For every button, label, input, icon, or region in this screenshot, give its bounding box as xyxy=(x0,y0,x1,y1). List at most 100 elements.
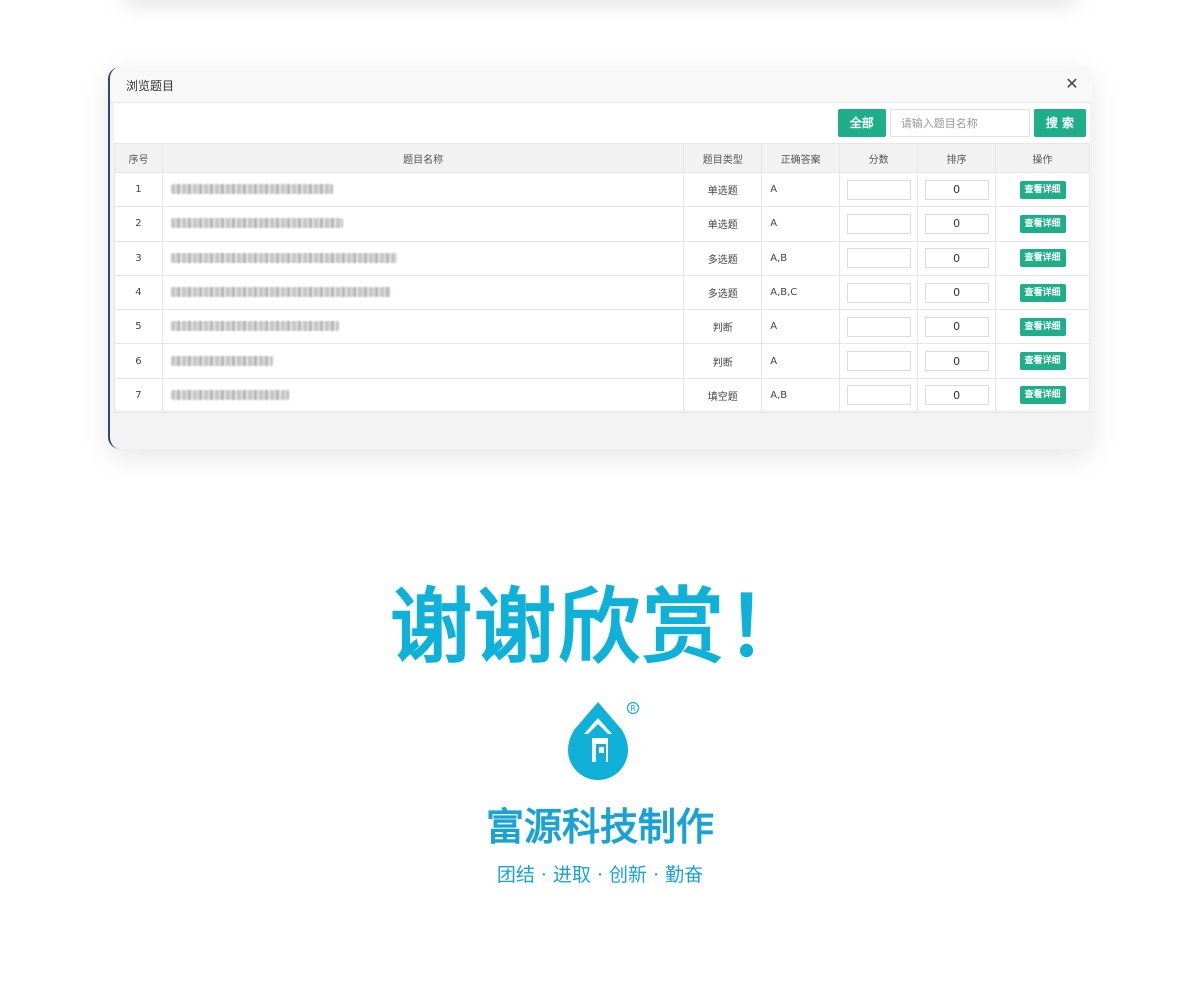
order-cell xyxy=(917,240,997,276)
header-actions: 操作 xyxy=(995,143,1090,173)
row-index: 7 xyxy=(114,377,163,414)
score-input[interactable] xyxy=(846,316,911,337)
row-answer: A,B xyxy=(761,377,841,414)
score-input[interactable] xyxy=(846,179,911,200)
action-cell: 查看详细 xyxy=(995,171,1090,208)
question-name-blurred xyxy=(161,309,685,345)
row-index: 5 xyxy=(114,309,163,345)
order-cell xyxy=(917,274,997,311)
order-cell xyxy=(917,343,997,379)
row-answer: A,B xyxy=(761,240,841,276)
all-button[interactable]: 全部 xyxy=(837,109,886,137)
view-detail-button[interactable]: 查看详细 xyxy=(1019,352,1066,371)
company-slogan: 团结 · 进取 · 创新 · 勤奋 xyxy=(496,864,704,886)
question-name-blurred xyxy=(161,171,685,208)
view-detail-button[interactable]: 查看详细 xyxy=(1019,214,1066,233)
order-input[interactable] xyxy=(924,282,989,303)
row-index: 4 xyxy=(114,274,163,311)
score-input[interactable] xyxy=(846,282,911,303)
score-input[interactable] xyxy=(846,248,911,269)
search-toolbar: 全部 搜 索 xyxy=(837,109,1086,137)
table-header-row: 序号 题目名称 题目类型 正确答案 分数 排序 操作 xyxy=(114,143,1090,173)
view-detail-button[interactable]: 查看详细 xyxy=(1019,283,1066,302)
view-detail-button[interactable]: 查看详细 xyxy=(1019,180,1066,199)
action-cell: 查看详细 xyxy=(995,343,1090,379)
order-input[interactable] xyxy=(924,351,989,372)
row-index: 2 xyxy=(114,206,163,242)
search-button[interactable]: 搜 索 xyxy=(1033,109,1086,137)
table-row: 5 判断 A 查看详细 xyxy=(114,309,1090,345)
score-input[interactable] xyxy=(846,351,911,372)
question-name-blurred xyxy=(161,377,685,414)
question-name-search-input[interactable] xyxy=(889,109,1030,137)
dialog-body: 全部 搜 索 序号 题目名称 题目类型 正确答案 分数 xyxy=(114,103,1090,414)
question-name-blurred xyxy=(161,343,685,379)
order-input[interactable] xyxy=(924,385,989,406)
header-question-name: 题目名称 xyxy=(161,143,685,173)
score-cell xyxy=(839,274,919,311)
score-cell xyxy=(839,377,919,414)
header-order: 排序 xyxy=(917,143,997,173)
thanks-heading: 谢谢欣赏！ xyxy=(389,580,810,675)
header-question-type: 题目类型 xyxy=(683,143,763,173)
score-cell xyxy=(839,343,919,379)
header-correct-answer: 正确答案 xyxy=(761,143,841,173)
table-row: 6 判断 A 查看详细 xyxy=(114,343,1090,379)
score-cell xyxy=(839,171,919,208)
view-detail-button[interactable]: 查看详细 xyxy=(1019,317,1066,336)
row-answer: A xyxy=(761,309,841,345)
table-row: 2 单选题 A 查看详细 xyxy=(114,206,1090,242)
order-input[interactable] xyxy=(924,179,989,200)
header-score: 分数 xyxy=(839,143,919,173)
action-cell: 查看详细 xyxy=(995,240,1090,276)
question-name-blurred xyxy=(161,240,685,276)
row-type: 多选题 xyxy=(683,274,763,311)
row-answer: A,B,C xyxy=(761,274,841,311)
close-icon[interactable]: ✕ xyxy=(1062,74,1082,94)
score-input[interactable] xyxy=(846,213,911,234)
order-input[interactable] xyxy=(924,316,989,337)
view-detail-button[interactable]: 查看详细 xyxy=(1019,249,1066,268)
score-cell xyxy=(839,240,919,276)
row-type: 填空题 xyxy=(683,377,763,414)
order-cell xyxy=(917,171,997,208)
action-cell: 查看详细 xyxy=(995,309,1090,345)
water-drop-house-icon: R xyxy=(568,701,640,780)
header-index: 序号 xyxy=(114,143,163,173)
score-cell xyxy=(839,206,919,242)
table-row: 4 多选题 A,B,C 查看详细 xyxy=(114,274,1090,311)
action-cell: 查看详细 xyxy=(995,206,1090,242)
view-detail-button[interactable]: 查看详细 xyxy=(1019,386,1066,405)
row-type: 多选题 xyxy=(683,240,763,276)
row-answer: A xyxy=(761,206,841,242)
row-type: 单选题 xyxy=(683,206,763,242)
order-cell xyxy=(917,377,997,414)
dialog-title: 浏览题目 xyxy=(126,79,175,93)
order-cell xyxy=(917,309,997,345)
question-name-blurred xyxy=(161,206,685,242)
table-row: 7 填空题 A,B 查看详细 xyxy=(114,377,1090,414)
table-row: 3 多选题 A,B 查看详细 xyxy=(114,240,1090,276)
row-index: 3 xyxy=(114,240,163,276)
order-input[interactable] xyxy=(924,248,989,269)
score-input[interactable] xyxy=(846,385,911,406)
action-cell: 查看详细 xyxy=(995,377,1090,414)
row-index: 1 xyxy=(114,171,163,208)
row-type: 判断 xyxy=(683,309,763,345)
order-input[interactable] xyxy=(924,213,989,234)
action-cell: 查看详细 xyxy=(995,274,1090,311)
score-cell xyxy=(839,309,919,345)
table-row: 1 单选题 A 查看详细 xyxy=(114,171,1090,208)
dialog-header: 浏览题目 ✕ xyxy=(110,67,1092,103)
company-name: 富源科技制作 xyxy=(485,805,714,849)
row-type: 单选题 xyxy=(683,171,763,208)
row-type: 判断 xyxy=(683,343,763,379)
svg-text:R: R xyxy=(630,704,636,713)
order-cell xyxy=(917,206,997,242)
question-name-blurred xyxy=(161,274,685,311)
row-answer: A xyxy=(761,343,841,379)
questions-table: 序号 题目名称 题目类型 正确答案 分数 排序 操作 1 单选题 A 0 查看详… xyxy=(114,143,1090,414)
row-answer: A xyxy=(761,171,841,208)
browse-questions-dialog: 浏览题目 ✕ 全部 搜 索 序号 题目名称 题目类型 xyxy=(108,67,1092,449)
row-index: 6 xyxy=(114,343,163,379)
